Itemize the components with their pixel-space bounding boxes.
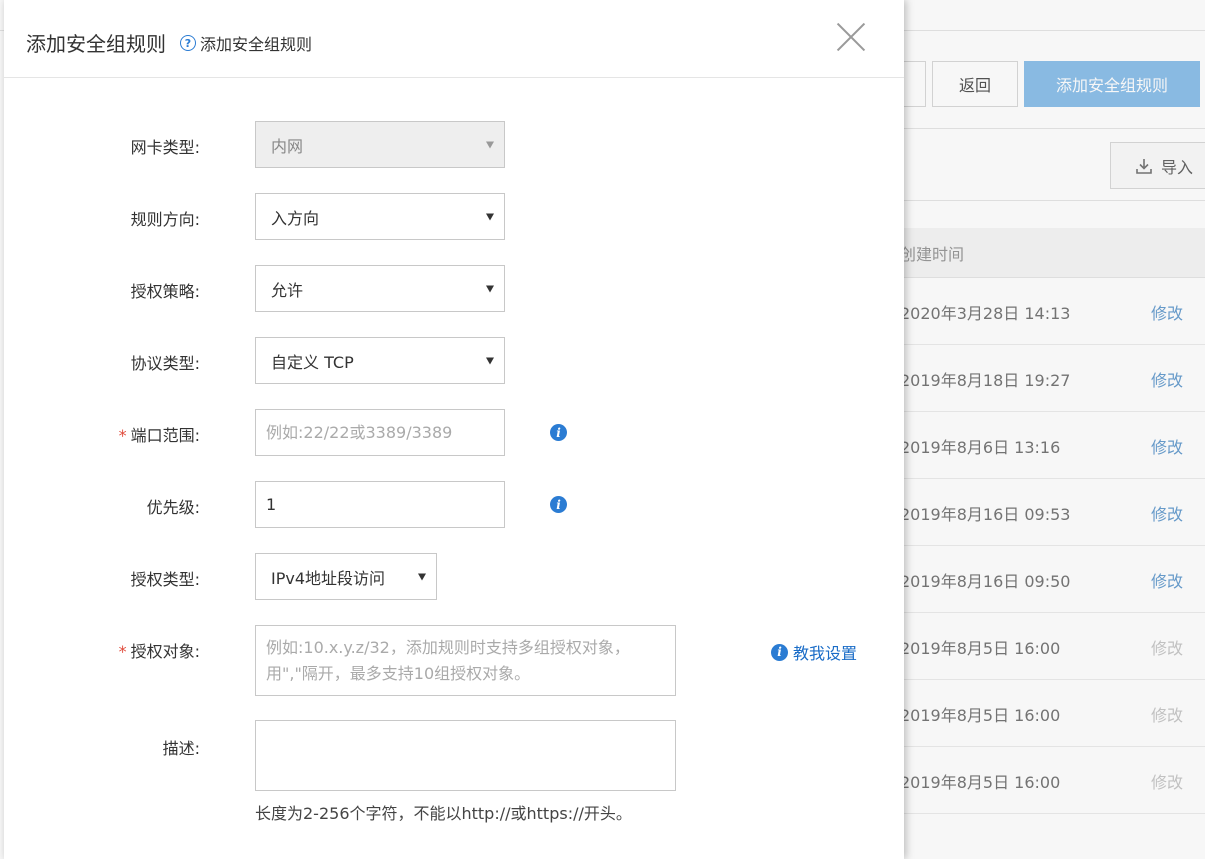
nic-type-value: 内网 xyxy=(271,136,304,156)
help-link[interactable]: ? 添加安全组规则 xyxy=(180,31,312,55)
info-icon[interactable]: i xyxy=(550,496,567,513)
auth-object-textarea[interactable]: 例如:10.x.y.z/32，添加规则时支持多组授权对象， 用","隔开，最多支… xyxy=(255,625,676,696)
dropdown-arrow-icon xyxy=(486,285,494,292)
auth-object-label-text: 授权对象: xyxy=(130,642,200,661)
dropdown-arrow-icon xyxy=(486,213,494,220)
auth-object-label: * 授权对象: xyxy=(119,638,200,662)
auth-type-select[interactable]: IPv4地址段访问 xyxy=(255,553,437,600)
port-range-input[interactable] xyxy=(266,423,504,442)
policy-value: 允许 xyxy=(271,280,304,300)
dropdown-arrow-icon xyxy=(486,357,494,364)
priority-label: 优先级: xyxy=(146,498,200,517)
direction-label: 规则方向: xyxy=(130,210,200,229)
dropdown-arrow-icon xyxy=(486,141,494,148)
priority-input-wrap xyxy=(255,481,505,528)
auth-type-value: IPv4地址段访问 xyxy=(271,568,386,588)
protocol-select[interactable]: 自定义 TCP xyxy=(255,337,505,384)
description-hint: 长度为2-256个字符，不能以http://或https://开头。 xyxy=(255,804,632,823)
policy-label: 授权策略: xyxy=(130,282,200,301)
nic-type-select: 内网 xyxy=(255,121,505,168)
required-mark: * xyxy=(118,642,127,661)
protocol-label: 协议类型: xyxy=(130,354,200,373)
port-range-input-wrap xyxy=(255,409,505,456)
protocol-value: 自定义 TCP xyxy=(271,352,354,372)
direction-value: 入方向 xyxy=(271,208,320,228)
help-icon: ? xyxy=(180,35,196,51)
add-rule-dialog: 添加安全组规则 ? 添加安全组规则 网卡类型: 内网 规则方向: 入方向 授权策… xyxy=(4,0,904,859)
description-textarea[interactable] xyxy=(255,720,676,791)
teach-me-label: 教我设置 xyxy=(793,644,858,663)
dropdown-arrow-icon xyxy=(418,573,426,580)
info-icon: i xyxy=(771,643,788,661)
teach-me-link[interactable]: i 教我设置 xyxy=(771,640,857,664)
dialog-header: 添加安全组规则 ? 添加安全组规则 xyxy=(4,0,904,78)
close-icon[interactable] xyxy=(836,22,866,52)
auth-object-placeholder-line1: 例如:10.x.y.z/32，添加规则时支持多组授权对象， xyxy=(266,638,630,657)
priority-input[interactable] xyxy=(266,495,504,514)
help-link-label: 添加安全组规则 xyxy=(200,35,313,54)
policy-select[interactable]: 允许 xyxy=(255,265,505,312)
required-mark: * xyxy=(118,426,127,445)
port-range-label-text: 端口范围: xyxy=(130,426,200,445)
dialog-title: 添加安全组规则 xyxy=(26,32,166,56)
auth-object-placeholder-line2: 用","隔开，最多支持10组授权对象。 xyxy=(266,664,531,683)
port-range-label: * 端口范围: xyxy=(119,422,200,446)
auth-type-label: 授权类型: xyxy=(130,570,200,589)
info-icon[interactable]: i xyxy=(550,424,567,441)
nic-type-label: 网卡类型: xyxy=(130,138,200,157)
direction-select[interactable]: 入方向 xyxy=(255,193,505,240)
description-label: 描述: xyxy=(162,739,200,758)
